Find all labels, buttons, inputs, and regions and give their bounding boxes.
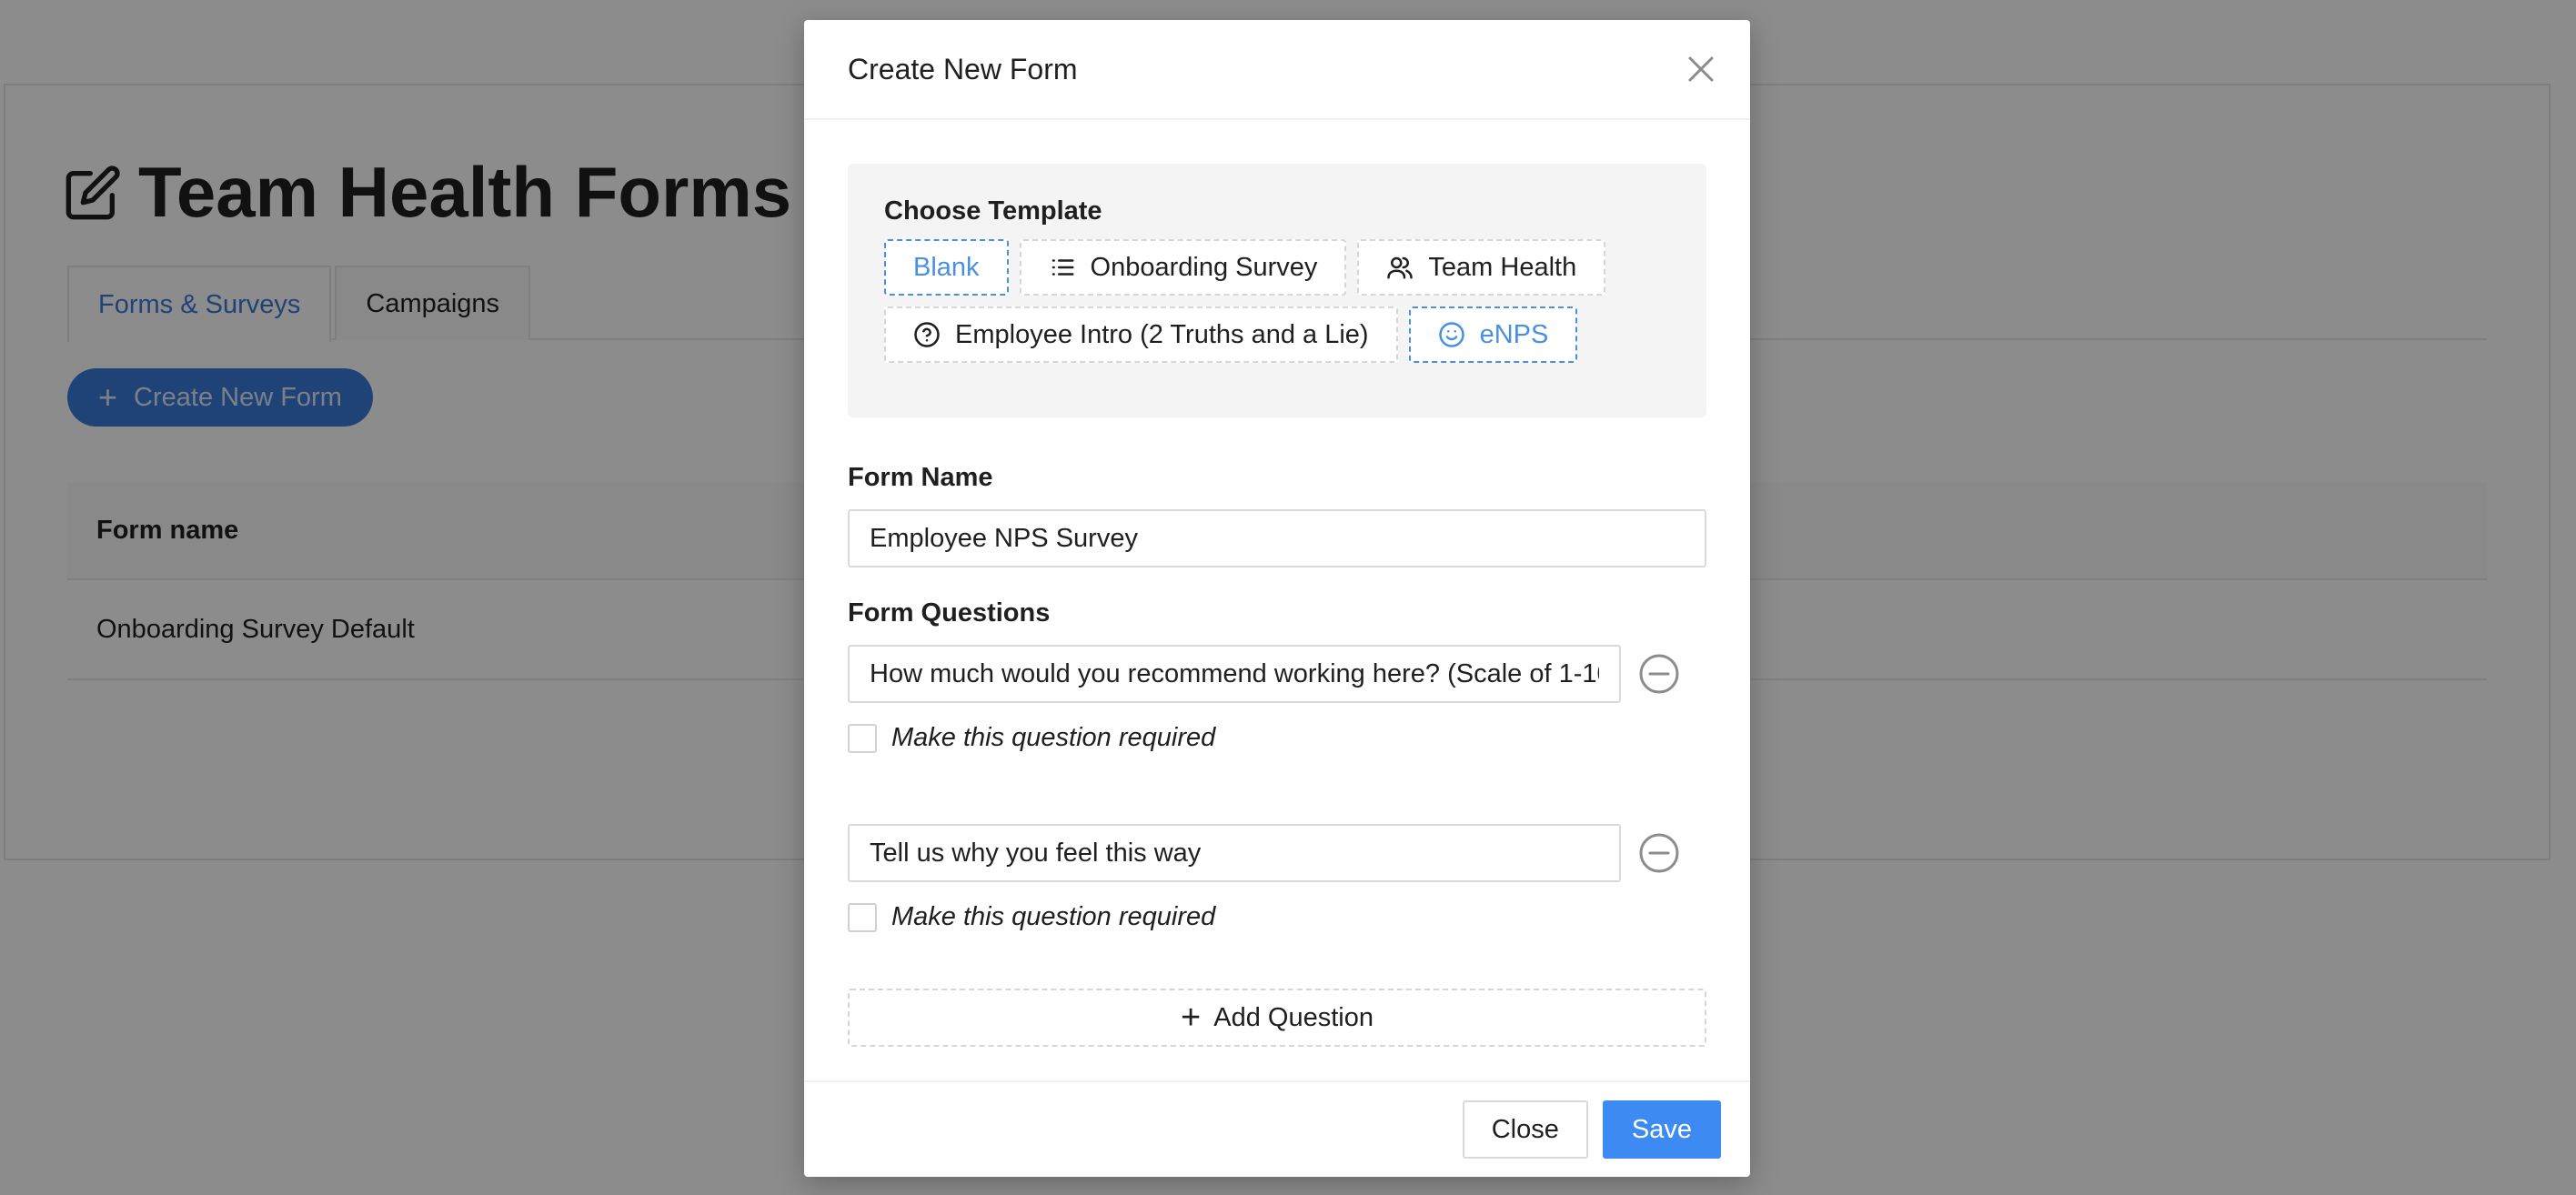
template-chooser: Choose Template Blank Onboarding Survey xyxy=(848,164,1706,417)
add-question-button[interactable]: + Add Question xyxy=(848,989,1706,1047)
question-block: Make this question required xyxy=(848,824,1706,932)
template-blank-button[interactable]: Blank xyxy=(884,239,1009,296)
template-label: Employee Intro (2 Truths and a Lie) xyxy=(955,319,1369,349)
template-label: eNPS xyxy=(1479,319,1549,349)
form-name-label: Form Name xyxy=(848,463,993,492)
choose-template-label: Choose Template xyxy=(884,196,1102,226)
users-icon xyxy=(1387,256,1414,279)
create-form-modal: Create New Form Choose Template Blank On… xyxy=(804,20,1750,1177)
template-label: Blank xyxy=(913,252,980,282)
template-onboarding-button[interactable]: Onboarding Survey xyxy=(1019,239,1347,296)
modal-body: Choose Template Blank Onboarding Survey xyxy=(804,120,1750,1047)
template-team-health-button[interactable]: Team Health xyxy=(1357,239,1606,296)
form-questions-label: Form Questions xyxy=(848,598,1051,628)
required-label: Make this question required xyxy=(891,723,1216,752)
list-icon xyxy=(1052,259,1074,276)
remove-question-icon[interactable] xyxy=(1637,831,1681,875)
question-block: Make this question required xyxy=(848,645,1706,753)
modal-header: Create New Form xyxy=(804,20,1750,120)
modal-title: Create New Form xyxy=(848,52,1078,85)
save-button[interactable]: Save xyxy=(1602,1100,1721,1159)
template-employee-intro-button[interactable]: Employee Intro (2 Truths and a Lie) xyxy=(884,306,1398,363)
template-label: Team Health xyxy=(1428,252,1577,282)
plus-icon: + xyxy=(1181,999,1202,1037)
modal-footer: Close Save xyxy=(804,1080,1750,1177)
question-circle-icon xyxy=(914,322,940,347)
remove-question-icon[interactable] xyxy=(1637,652,1681,696)
add-question-label: Add Question xyxy=(1213,1002,1374,1032)
template-label: Onboarding Survey xyxy=(1090,252,1318,282)
template-enps-button[interactable]: eNPS xyxy=(1408,306,1578,363)
smile-icon xyxy=(1438,322,1464,347)
close-icon[interactable] xyxy=(1685,53,1717,85)
form-name-input[interactable] xyxy=(848,509,1706,567)
close-button[interactable]: Close xyxy=(1462,1100,1588,1159)
question-input[interactable] xyxy=(848,645,1621,703)
required-label: Make this question required xyxy=(891,902,1216,931)
required-checkbox[interactable] xyxy=(848,902,877,932)
required-checkbox[interactable] xyxy=(848,723,877,753)
question-input[interactable] xyxy=(848,824,1621,882)
